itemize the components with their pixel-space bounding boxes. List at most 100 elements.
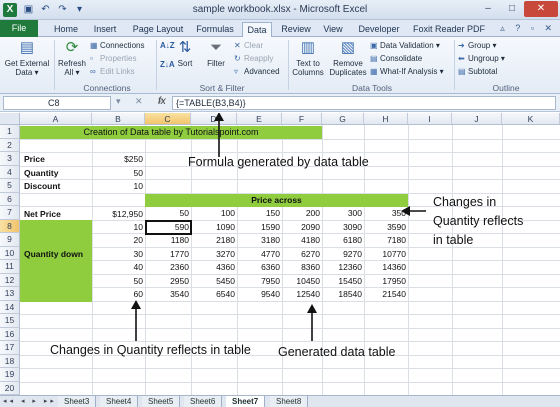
- tab-review[interactable]: Review: [280, 22, 312, 37]
- get-external-data-button[interactable]: ▤ Get External Data ▾: [4, 39, 50, 77]
- group-label-sort-filter: Sort & Filter: [199, 83, 245, 93]
- subtotal-button[interactable]: ▤ Subtotal: [458, 66, 497, 77]
- external-data-icon: ▤: [19, 39, 35, 56]
- remove-duplicates-button[interactable]: ▧ Remove Duplicates: [328, 39, 368, 77]
- refresh-icon: ⟳: [65, 39, 79, 56]
- refresh-all-button[interactable]: ⟳ Refresh All ▾: [56, 39, 88, 77]
- arrow-changes-right-head: [401, 206, 410, 216]
- text-to-columns-button[interactable]: ▥ Text to Columns: [290, 39, 326, 77]
- sort-a-z-button[interactable]: A↓Z: [160, 40, 175, 51]
- clear-icon: ✕: [234, 41, 241, 50]
- sheet-nav-buttons[interactable]: ◂◂ ◂ ▸ ▸▸: [3, 396, 57, 407]
- minimize-button[interactable]: –: [476, 1, 500, 17]
- ungroup-icon: ⬅: [458, 54, 465, 63]
- annotation-changes-right-1: Changes in: [433, 195, 497, 209]
- ribbon-help-icons[interactable]: ▵ ? ▫ ✕: [500, 23, 556, 34]
- group-label-data-tools: Data Tools: [351, 83, 392, 93]
- edit-links-label: Edit Links: [100, 67, 135, 76]
- clear-label: Clear: [244, 41, 264, 50]
- remove-duplicates-icon: ▧: [340, 39, 356, 56]
- filter-button[interactable]: ⏷ Filter: [203, 39, 229, 68]
- connections-icon: ▦: [90, 41, 98, 50]
- sheet-tab-4[interactable]: Sheet4: [100, 396, 139, 407]
- arrow-formula-head: [214, 113, 224, 121]
- ungroup-label: Ungroup: [468, 54, 499, 63]
- tab-home[interactable]: Home: [52, 22, 80, 37]
- tab-insert[interactable]: Insert: [90, 22, 120, 37]
- sheet-tab-3[interactable]: Sheet3: [58, 396, 97, 407]
- annotation-changes-bottom: Changes in Quantity reflects in table: [50, 343, 251, 357]
- formula-bar: C8 ▾ ✕ ✓ fx {=TABLE(B3,B4)}: [0, 94, 560, 112]
- annotation-generated: Generated data table: [278, 345, 396, 359]
- remove-duplicates-label: Remove Duplicates: [329, 59, 367, 77]
- maximize-button[interactable]: □: [500, 1, 524, 17]
- tab-file[interactable]: File: [0, 20, 38, 37]
- advanced-filter-icon: ▿: [234, 67, 239, 76]
- arrow-generated-head: [307, 304, 317, 313]
- annotation-changes-right-2: Quantity reflects: [433, 214, 524, 228]
- arrow-changes-bottom-head: [131, 300, 141, 309]
- text-to-columns-icon: ▥: [300, 39, 316, 56]
- sheet-tab-6[interactable]: Sheet6: [184, 396, 223, 407]
- advanced-button[interactable]: ▿ Advanced: [234, 66, 280, 77]
- sheet-tab-bar: ◂◂ ◂ ▸ ▸▸ Sheet3 Sheet4 Sheet5 Sheet6 Sh…: [0, 395, 560, 407]
- tab-foxit-reader-pdf[interactable]: Foxit Reader PDF: [410, 22, 488, 37]
- get-external-data-label: Get External Data: [4, 59, 50, 77]
- clear-button[interactable]: ✕ Clear: [234, 40, 263, 51]
- edit-links-button[interactable]: ∞ Edit Links: [90, 66, 135, 77]
- what-if-icon: ▦: [370, 67, 378, 76]
- ribbon-data: ▤ Get External Data ▾ ⟳ Refresh All ▾ ▦ C…: [0, 37, 560, 94]
- close-button[interactable]: ✕: [524, 1, 558, 17]
- edit-links-icon: ∞: [90, 67, 96, 76]
- insert-function-icon[interactable]: fx: [158, 96, 166, 107]
- group-label-outline: Outline: [492, 83, 520, 93]
- properties-label: Properties: [100, 54, 137, 63]
- consolidate-button[interactable]: ▤ Consolidate: [370, 53, 422, 64]
- group-icon: ➜: [458, 41, 465, 50]
- reapply-icon: ↻: [234, 54, 241, 63]
- consolidate-label: Consolidate: [380, 54, 423, 63]
- group-button[interactable]: ➜ Group ▾: [458, 40, 496, 51]
- refresh-all-label: Refresh All: [57, 59, 86, 77]
- sort-z-a-button[interactable]: Z↓A: [160, 59, 175, 70]
- sheet-tab-7[interactable]: Sheet7: [226, 396, 266, 407]
- worksheet-grid[interactable]: A B C D E F G H I J K 1 2 3 4 5 6 7 8 9 10 11 12 13 1…: [0, 113, 560, 395]
- ribbon-tabs: File Home Insert Page Layout Formulas Da…: [0, 20, 560, 38]
- connections-label: Connections: [100, 41, 145, 50]
- reapply-label: Reapply: [244, 54, 274, 63]
- tab-page-layout[interactable]: Page Layout: [130, 22, 186, 37]
- consolidate-icon: ▤: [370, 54, 378, 63]
- annotation-changes-right-3: in table: [433, 233, 474, 247]
- tab-developer[interactable]: Developer: [356, 22, 402, 37]
- connections-button[interactable]: ▦ Connections: [90, 40, 144, 51]
- sort-label: Sort: [177, 59, 193, 68]
- subtotal-icon: ▤: [458, 67, 466, 76]
- tab-formulas[interactable]: Formulas: [195, 22, 235, 37]
- title-bar: X ▣ ↶ ↷ ▾ sample workbook.xlsx - Microso…: [0, 0, 560, 20]
- sheet-tab-5[interactable]: Sheet5: [142, 396, 181, 407]
- tab-data[interactable]: Data: [242, 22, 272, 38]
- properties-icon: ▫: [90, 54, 93, 63]
- sheet-tab-8[interactable]: Sheet8: [270, 396, 309, 407]
- properties-button[interactable]: ▫ Properties: [90, 53, 136, 64]
- what-if-analysis-button[interactable]: ▦ What-If Analysis ▾: [370, 66, 444, 77]
- name-box[interactable]: C8: [3, 96, 111, 110]
- data-validation-label: Data Validation: [380, 41, 434, 50]
- subtotal-label: Subtotal: [468, 67, 498, 76]
- data-validation-icon: ▣: [370, 41, 378, 50]
- annotation-formula: Formula generated by data table: [188, 155, 369, 169]
- ungroup-button[interactable]: ⬅ Ungroup ▾: [458, 53, 505, 64]
- filter-funnel-icon: ⏷: [209, 39, 222, 56]
- sort-icon: ⇅: [178, 39, 192, 56]
- filter-label: Filter: [207, 59, 225, 68]
- what-if-label: What-If Analysis: [380, 67, 438, 76]
- group-label-connections: Connections: [83, 83, 131, 93]
- formula-input[interactable]: {=TABLE(B3,B4)}: [172, 96, 556, 110]
- reapply-button[interactable]: ↻ Reapply: [234, 53, 273, 64]
- window-controls: – □ ✕: [476, 1, 558, 17]
- text-to-columns-label: Text to Columns: [292, 59, 324, 77]
- tab-view[interactable]: View: [320, 22, 346, 37]
- data-validation-button[interactable]: ▣ Data Validation ▾: [370, 40, 440, 51]
- sort-button[interactable]: ⇅ Sort: [174, 39, 196, 68]
- advanced-label: Advanced: [244, 67, 280, 76]
